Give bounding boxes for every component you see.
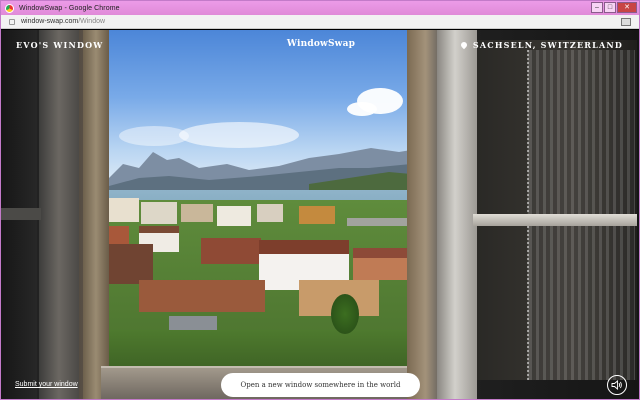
close-button[interactable]: ✕ — [617, 2, 637, 13]
url-host: window-swap.com — [21, 18, 79, 25]
window-owner-label: EVO'S WINDOW — [16, 40, 104, 50]
left-jamb — [83, 30, 109, 399]
building — [181, 204, 213, 222]
building — [217, 206, 251, 226]
page-info-icon[interactable] — [9, 18, 15, 25]
location-text: SACHSELN, SWITZERLAND — [472, 40, 623, 50]
roof — [109, 226, 129, 246]
palm-tree — [331, 294, 359, 334]
building — [141, 202, 177, 224]
left-rail — [1, 208, 41, 220]
outdoor-view — [109, 30, 411, 382]
chrome-icon — [5, 3, 14, 13]
cloud — [347, 102, 377, 116]
building — [109, 198, 139, 222]
window-view-scene: EVO'S WINDOW WindowSwap SACHSELN, SWITZE… — [1, 30, 639, 399]
address-bar[interactable]: window-swap.com/Window — [1, 15, 639, 29]
title-bar: WindowSwap - Google Chrome – □ ✕ — [1, 1, 639, 15]
window-controls: – □ ✕ — [590, 2, 639, 14]
window-frame-right — [407, 30, 639, 399]
pin-icon — [459, 40, 469, 50]
roof — [109, 244, 153, 284]
submit-window-link[interactable]: Submit your window — [15, 381, 78, 388]
url-path: /Window — [78, 18, 106, 25]
right-sash — [437, 30, 477, 399]
building — [257, 204, 283, 222]
left-sash — [37, 30, 79, 399]
browser-window: WindowSwap - Google Chrome – □ ✕ window-… — [0, 0, 640, 400]
minimize-button[interactable]: – — [591, 2, 603, 13]
open-new-window-button[interactable]: Open a new window somewhere in the world — [221, 373, 420, 397]
building — [299, 206, 335, 224]
window-title: WindowSwap - Google Chrome — [19, 4, 120, 12]
url-text[interactable]: window-swap.com/Window — [21, 18, 105, 25]
speaker-icon — [611, 380, 622, 390]
extension-icon[interactable] — [621, 17, 631, 26]
location-label: SACHSELN, SWITZERLAND — [459, 40, 623, 50]
pier — [347, 218, 407, 226]
roof — [139, 280, 265, 312]
house — [353, 248, 409, 280]
window-frame-left — [1, 30, 109, 399]
roof — [201, 238, 261, 264]
maximize-button[interactable]: □ — [604, 2, 616, 13]
sound-toggle-button[interactable] — [607, 375, 627, 395]
right-crossbar — [473, 214, 637, 226]
